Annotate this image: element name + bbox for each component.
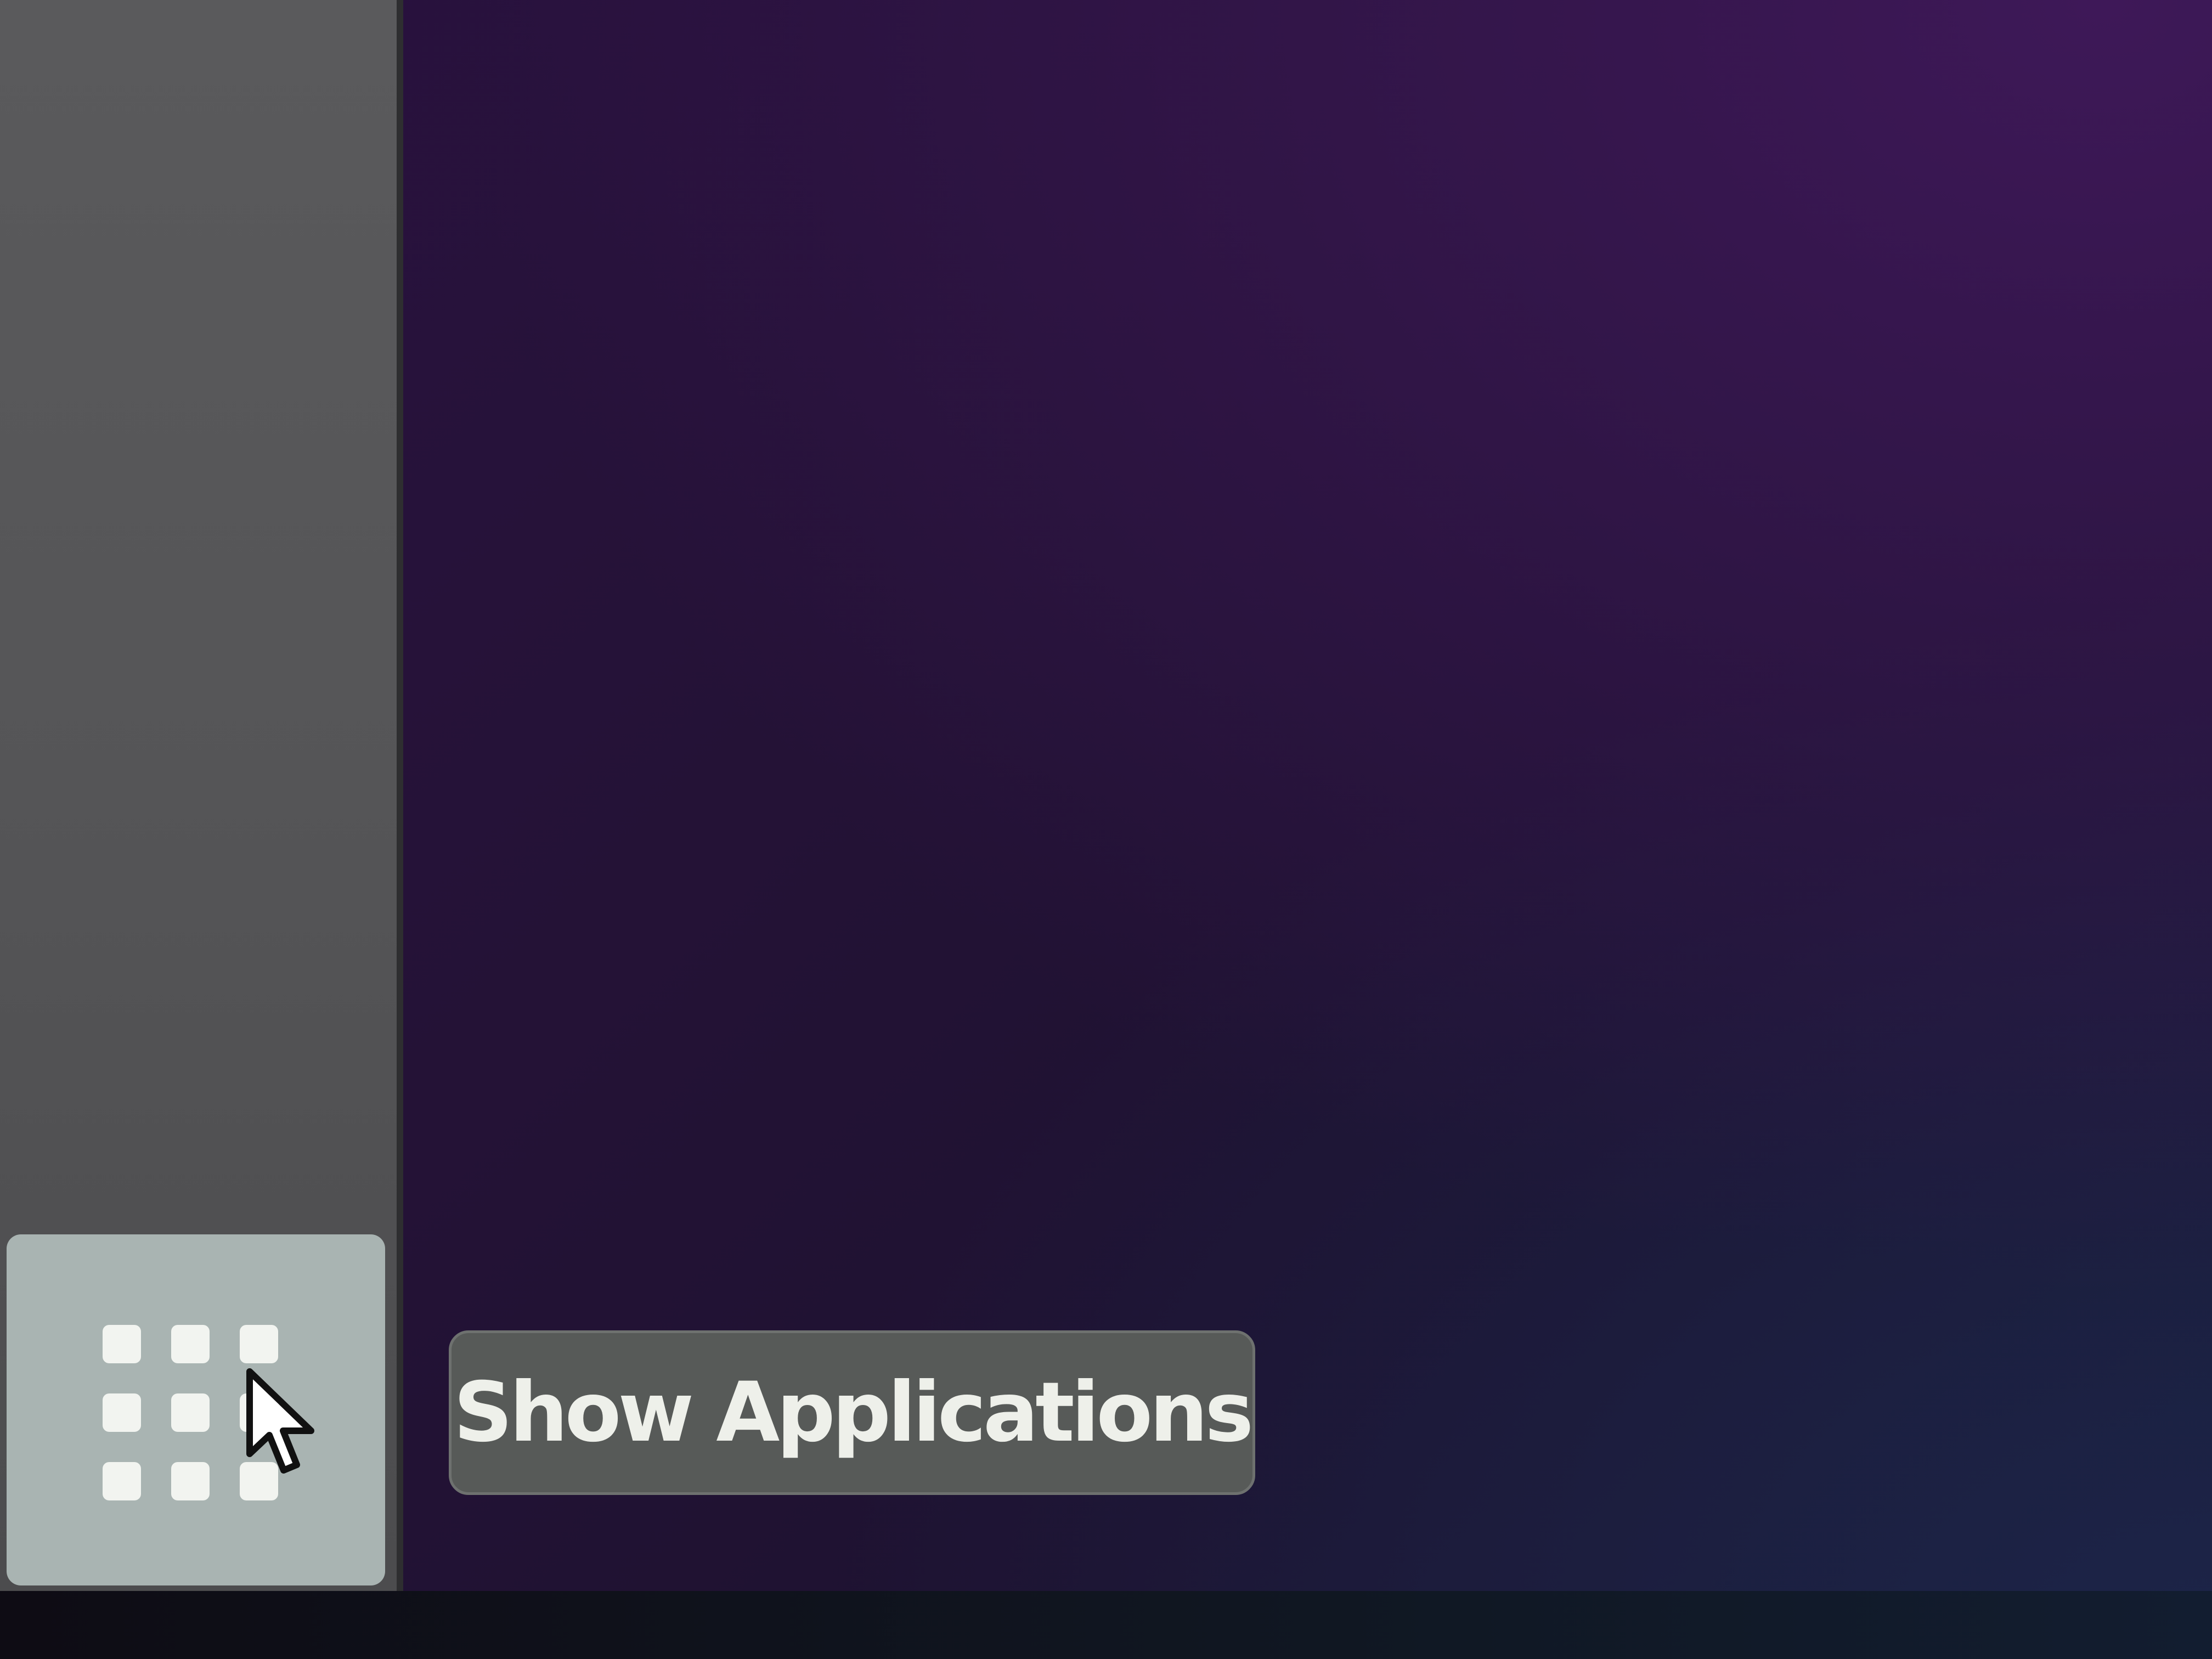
screen-bezel — [0, 1591, 2212, 1659]
mouse-cursor-icon — [246, 1368, 314, 1474]
show-applications-tooltip: Show Applications — [449, 1330, 1255, 1495]
show-applications-button[interactable] — [7, 1234, 385, 1585]
tooltip-label: Show Applications — [453, 1365, 1254, 1460]
grid-dot — [171, 1325, 210, 1363]
grid-dot — [171, 1462, 210, 1500]
grid-dot — [103, 1462, 141, 1500]
dock — [0, 0, 403, 1591]
grid-dot — [171, 1393, 210, 1432]
desktop-wallpaper: Show Applications — [0, 0, 2212, 1659]
grid-dot — [103, 1325, 141, 1363]
grid-dot — [103, 1393, 141, 1432]
grid-dot — [240, 1325, 278, 1363]
